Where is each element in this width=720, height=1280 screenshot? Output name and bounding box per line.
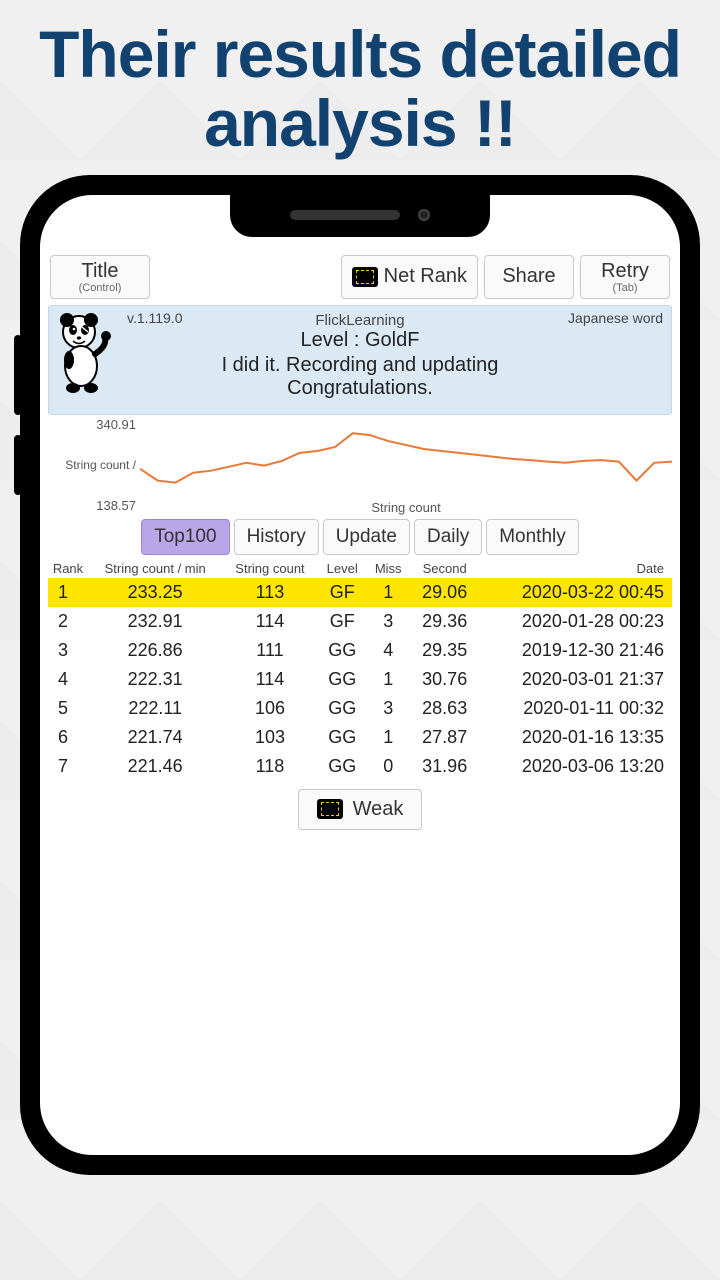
view-tabs: Top100HistoryUpdateDailyMonthly [48, 519, 672, 555]
col-spm: String count / min [88, 559, 222, 578]
chart-x-label: String count [140, 500, 672, 515]
phone-notch [230, 193, 490, 237]
share-button[interactable]: Share [484, 255, 574, 299]
retry-label: Retry [601, 260, 649, 283]
title-button-sub: (Control) [79, 283, 122, 294]
table-header-row: Rank String count / min String count Lev… [48, 559, 672, 578]
col-count: String count [222, 559, 317, 578]
share-label: Share [502, 265, 555, 288]
col-date: Date [480, 559, 672, 578]
chart-y-min: 138.57 [48, 498, 136, 513]
col-level: Level [318, 559, 367, 578]
tab-daily[interactable]: Daily [414, 519, 482, 555]
table-row[interactable]: 3226.86111GG429.352019-12-30 21:46 [48, 636, 672, 665]
tab-monthly[interactable]: Monthly [486, 519, 579, 555]
chart-y-max: 340.91 [48, 417, 136, 432]
table-row[interactable]: 5222.11106GG328.632020-01-11 00:32 [48, 694, 672, 723]
phone-side-button [14, 435, 22, 495]
tab-update[interactable]: Update [323, 519, 410, 555]
top-toolbar: Title (Control) Net Rank Share Retry (Ta… [48, 253, 672, 305]
level-label: Level : GoldF [57, 329, 663, 352]
result-message: I did it. Recording and updating Congrat… [57, 354, 663, 400]
trend-chart: 340.91 String count / 138.57 String coun… [48, 417, 672, 513]
table-row[interactable]: 2232.91114GF329.362020-01-28 00:23 [48, 607, 672, 636]
phone-frame: Title (Control) Net Rank Share Retry (Ta… [20, 175, 700, 1175]
panda-mascot-icon [51, 308, 123, 398]
tab-history[interactable]: History [234, 519, 319, 555]
retry-sub: (Tab) [612, 283, 637, 294]
video-ad-icon [352, 267, 378, 287]
col-second: Second [410, 559, 480, 578]
retry-button[interactable]: Retry (Tab) [580, 255, 670, 299]
title-button-label: Title [81, 260, 118, 283]
tab-top100[interactable]: Top100 [141, 519, 229, 555]
chart-svg [140, 417, 672, 497]
results-table: Rank String count / min String count Lev… [48, 559, 672, 781]
net-rank-button[interactable]: Net Rank [341, 255, 478, 299]
chart-y-label: String count / [48, 459, 136, 471]
net-rank-label: Net Rank [384, 265, 467, 288]
table-row[interactable]: 6221.74103GG127.872020-01-16 13:35 [48, 723, 672, 752]
result-info-panel: v.1.119.0 Japanese word FlickLearning Le… [48, 305, 672, 415]
chart-y-axis: 340.91 String count / 138.57 [48, 417, 140, 513]
col-rank: Rank [48, 559, 88, 578]
title-button[interactable]: Title (Control) [50, 255, 150, 299]
language-label: Japanese word [568, 310, 663, 326]
col-miss: Miss [367, 559, 410, 578]
weak-label: Weak [353, 798, 404, 821]
phone-screen: Title (Control) Net Rank Share Retry (Ta… [40, 195, 680, 1155]
table-row[interactable]: 1233.25113GF129.062020-03-22 00:45 [48, 578, 672, 607]
version-label: v.1.119.0 [127, 310, 183, 326]
table-row[interactable]: 4222.31114GG130.762020-03-01 21:37 [48, 665, 672, 694]
promo-headline: Their results detailed analysis !! [0, 0, 720, 169]
phone-side-button [14, 335, 22, 415]
video-ad-icon [317, 799, 343, 819]
weak-button[interactable]: Weak [298, 789, 423, 830]
table-row[interactable]: 7221.46118GG031.962020-03-06 13:20 [48, 752, 672, 781]
